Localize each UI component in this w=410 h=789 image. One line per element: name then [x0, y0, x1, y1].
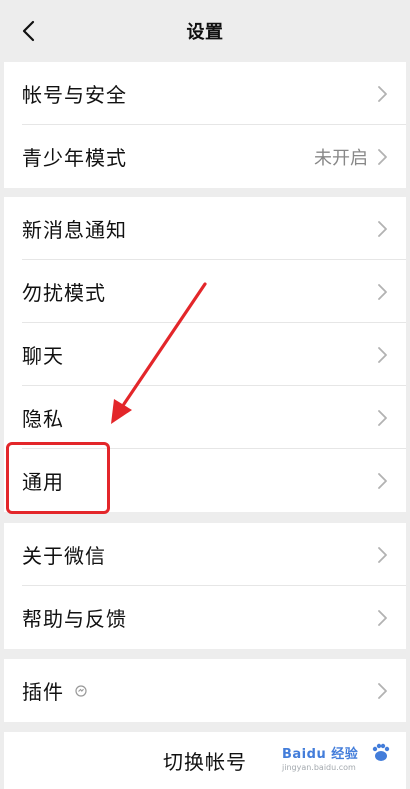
settings-item-chat[interactable]: 聊天	[4, 323, 406, 386]
settings-item-account-security[interactable]: 帐号与安全	[4, 62, 406, 125]
settings-item-label: 关于微信	[22, 544, 106, 568]
settings-item-label: 聊天	[22, 344, 64, 368]
chevron-right-icon	[378, 284, 387, 300]
annotation-highlight-box	[6, 442, 110, 514]
settings-item-do-not-disturb[interactable]: 勿扰模式	[4, 260, 406, 323]
chevron-right-icon	[378, 347, 387, 363]
settings-item-label: 勿扰模式	[22, 281, 106, 305]
settings-item-about-wechat[interactable]: 关于微信	[4, 523, 406, 586]
chevron-right-icon	[378, 610, 387, 626]
plugin-status-icon	[75, 684, 87, 697]
watermark-url: jingyan.baidu.com	[282, 763, 356, 772]
nav-header: 设置	[4, 0, 406, 62]
chevron-right-icon	[378, 410, 387, 426]
paw-logo-icon	[372, 743, 390, 761]
chevron-right-icon	[378, 221, 387, 237]
switch-account-label: 切换帐号	[163, 750, 247, 774]
chevron-right-icon	[378, 149, 387, 165]
settings-item-label: 青少年模式	[22, 146, 127, 170]
page-title: 设置	[186, 22, 224, 43]
settings-item-notifications[interactable]: 新消息通知	[4, 197, 406, 260]
settings-group-account: 帐号与安全 青少年模式 未开启	[4, 62, 406, 188]
youth-mode-status: 未开启	[314, 147, 368, 169]
watermark: Baidu 经验 jingyan.baidu.com	[282, 741, 394, 777]
settings-item-youth-mode[interactable]: 青少年模式 未开启	[4, 125, 406, 188]
settings-item-help-feedback[interactable]: 帮助与反馈	[4, 586, 406, 649]
chevron-right-icon	[378, 547, 387, 563]
settings-item-label: 隐私	[22, 407, 64, 431]
settings-group-about: 关于微信 帮助与反馈	[4, 523, 406, 649]
settings-item-label: 插件	[22, 680, 64, 704]
chevron-left-icon	[22, 20, 35, 42]
chevron-right-icon	[378, 473, 387, 489]
settings-item-label: 帐号与安全	[22, 83, 127, 107]
back-button[interactable]	[16, 18, 42, 44]
settings-item-label: 新消息通知	[22, 218, 127, 242]
chevron-right-icon	[378, 683, 387, 699]
settings-item-label: 帮助与反馈	[22, 607, 127, 631]
settings-screen: 设置 帐号与安全 青少年模式 未开启 新消息通知 勿扰模式 聊天 隐私 通用 关…	[4, 0, 406, 789]
watermark-name: Baidu 经验	[282, 747, 359, 762]
settings-item-privacy[interactable]: 隐私	[4, 386, 406, 449]
settings-item-plugins[interactable]: 插件	[4, 659, 406, 722]
chevron-right-icon	[378, 86, 387, 102]
settings-group-plugins: 插件	[4, 659, 406, 722]
